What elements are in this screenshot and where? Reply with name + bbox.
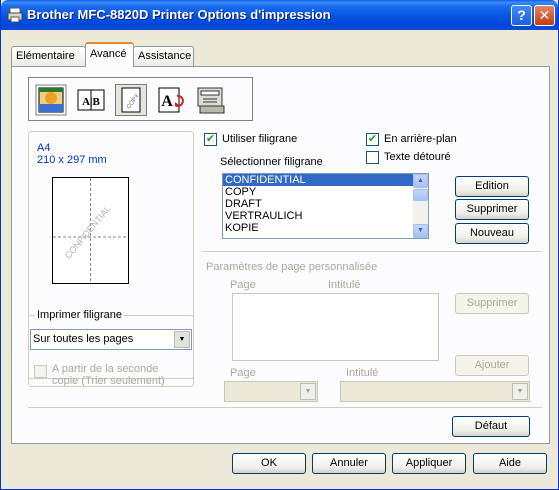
scroll-thumb[interactable]	[413, 189, 428, 201]
use-watermark-checkbox[interactable]: ✔	[204, 133, 217, 146]
help-button[interactable]: Aide	[473, 453, 547, 474]
select-watermark-label: Sélectionner filigrane	[220, 156, 323, 168]
watermark-item-kopie[interactable]: KOPIE	[223, 222, 428, 234]
watermark-list[interactable]: CONFIDENTIAL COPY DRAFT VERTRAULICH KOPI…	[222, 173, 429, 239]
tab-avance[interactable]: Avancé	[85, 42, 134, 67]
watermark-icon[interactable]: COPY	[115, 84, 147, 116]
watermark-item-vertraulich[interactable]: VERTRAULICH	[223, 210, 428, 222]
watermark-item-confidential[interactable]: CONFIDENTIAL	[223, 174, 428, 186]
custom-title-field-label: Intitulé	[346, 367, 379, 379]
paper-dimensions: 210 x 297 mm	[37, 154, 107, 166]
default-separator	[28, 407, 542, 408]
help-title-button[interactable]: ?	[511, 5, 532, 26]
second-copy-checkbox[interactable]	[34, 365, 47, 378]
scroll-up-icon[interactable]: ▲	[413, 174, 428, 188]
add-custom-button[interactable]: Ajouter	[455, 355, 529, 376]
color-icon[interactable]	[35, 84, 67, 116]
feature-toolbar: A|B COPY A	[28, 77, 253, 121]
apply-button[interactable]: Appliquer	[392, 453, 466, 474]
custom-page-section-label: Paramètres de page personnalisée	[206, 261, 378, 273]
second-copy-label-line2: copie (Trier seulement)	[52, 375, 165, 387]
watermark-item-draft[interactable]: DRAFT	[223, 198, 428, 210]
watermark-item-copy[interactable]: COPY	[223, 186, 428, 198]
tab-panel: A|B COPY A A4 210 x 297 mm CONFIDENTIAL …	[11, 66, 550, 444]
use-watermark-label: Utiliser filigrane	[222, 133, 298, 145]
tab-assistance[interactable]: Assistance	[133, 46, 194, 66]
svg-text:A: A	[161, 93, 173, 110]
chevron-down-icon[interactable]: ▼	[300, 383, 316, 400]
printer-icon	[7, 7, 23, 23]
imprimer-selected-value: Sur toutes les pages	[33, 333, 134, 345]
custom-page-select[interactable]: ▼	[224, 381, 318, 402]
custom-page-list[interactable]	[232, 293, 439, 361]
window-title: Brother MFC-8820D Printer Options d'impr…	[27, 7, 331, 22]
ok-button[interactable]: OK	[232, 453, 306, 474]
custom-col-page: Page	[230, 279, 256, 291]
svg-text:A|B: A|B	[82, 96, 100, 108]
custom-section-separator	[202, 251, 542, 252]
background-label: En arrière-plan	[384, 133, 457, 145]
default-button[interactable]: Défaut	[452, 416, 530, 437]
watermark-list-scrollbar[interactable]: ▲ ▼	[413, 174, 428, 238]
outline-text-label: Texte détouré	[384, 151, 451, 163]
tab-elementaire[interactable]: Elémentaire	[11, 46, 86, 66]
delete-custom-button[interactable]: Supprimer	[455, 293, 529, 314]
custom-page-field-label: Page	[230, 367, 256, 379]
svg-text:CONFIDENTIAL: CONFIDENTIAL	[63, 204, 113, 261]
background-checkbox[interactable]: ✔	[366, 133, 379, 146]
new-watermark-button[interactable]: Nouveau	[455, 223, 529, 244]
custom-col-title: Intitulé	[328, 279, 361, 291]
title-bar[interactable]: Brother MFC-8820D Printer Options d'impr…	[1, 0, 558, 30]
imprimer-group-label: Imprimer filigrane	[35, 309, 124, 321]
page-setup-icon[interactable]: A	[155, 84, 187, 116]
scroll-down-icon[interactable]: ▼	[413, 224, 428, 238]
edit-button[interactable]: Edition	[455, 176, 529, 197]
custom-title-select[interactable]: ▼	[340, 381, 530, 402]
duplex-icon[interactable]: A|B	[75, 84, 107, 116]
printer-options-window: Brother MFC-8820D Printer Options d'impr…	[0, 0, 559, 490]
paper-size: A4	[37, 142, 51, 154]
imprimer-select[interactable]: Sur toutes les pages ▼	[30, 329, 192, 350]
second-copy-label-line1: A partir de la seconde	[52, 363, 159, 375]
page-preview: CONFIDENTIAL	[52, 177, 129, 284]
watermark-preview: CONFIDENTIAL	[53, 178, 128, 283]
cancel-button[interactable]: Annuler	[312, 453, 386, 474]
chevron-down-icon[interactable]: ▼	[512, 383, 528, 400]
device-options-icon[interactable]	[195, 84, 227, 116]
chevron-down-icon[interactable]: ▼	[174, 331, 190, 348]
delete-watermark-button[interactable]: Supprimer	[455, 199, 529, 220]
outline-text-checkbox[interactable]	[366, 151, 379, 164]
close-button[interactable]: ✕	[534, 5, 555, 26]
